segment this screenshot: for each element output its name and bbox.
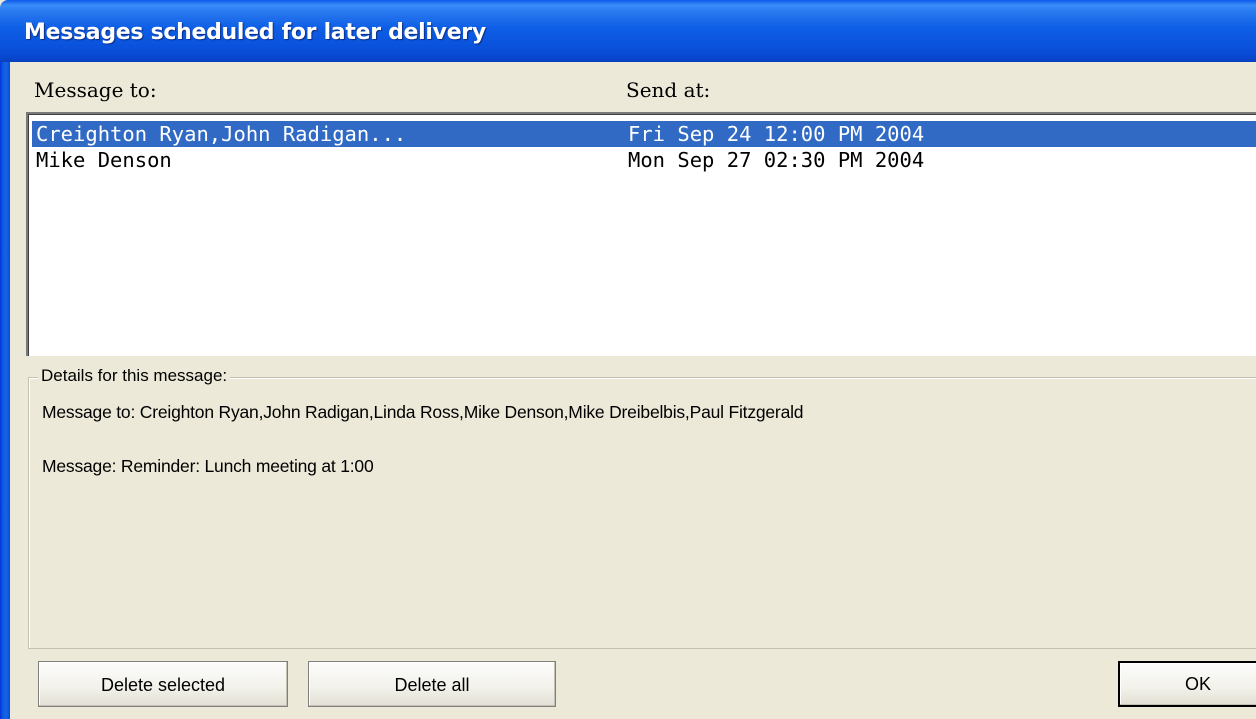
details-legend: Details for this message: <box>38 366 231 386</box>
details-message-text: Message: Reminder: Lunch meeting at 1:00 <box>42 456 374 476</box>
delete-all-button[interactable]: Delete all <box>308 661 556 707</box>
window-title: Messages scheduled for later delivery <box>24 20 486 45</box>
details-message-to: Message to: Creighton Ryan,John Radigan,… <box>42 402 804 422</box>
delete-selected-button[interactable]: Delete selected <box>38 661 288 707</box>
title-bar[interactable]: Messages scheduled for later delivery <box>0 0 1256 62</box>
list-item-recipients: Creighton Ryan,John Radigan... <box>36 122 407 146</box>
scheduled-messages-dialog: Messages scheduled for later delivery Me… <box>0 0 1256 719</box>
ok-button[interactable]: OK <box>1118 661 1256 707</box>
window-frame-left <box>0 62 10 719</box>
list-item-send-time: Mon Sep 27 02:30 PM 2004 <box>628 148 925 172</box>
column-header-send-at: Send at: <box>626 78 711 102</box>
list-item[interactable]: Creighton Ryan,John Radigan... Fri Sep 2… <box>32 121 1256 147</box>
list-item[interactable]: Mike Denson Mon Sep 27 02:30 PM 2004 <box>32 147 1256 173</box>
list-item-recipients: Mike Denson <box>36 148 172 172</box>
scheduled-messages-list[interactable]: Creighton Ryan,John Radigan... Fri Sep 2… <box>26 112 1256 356</box>
column-header-message-to: Message to: <box>34 78 157 102</box>
list-item-send-time: Fri Sep 24 12:00 PM 2004 <box>628 122 925 146</box>
